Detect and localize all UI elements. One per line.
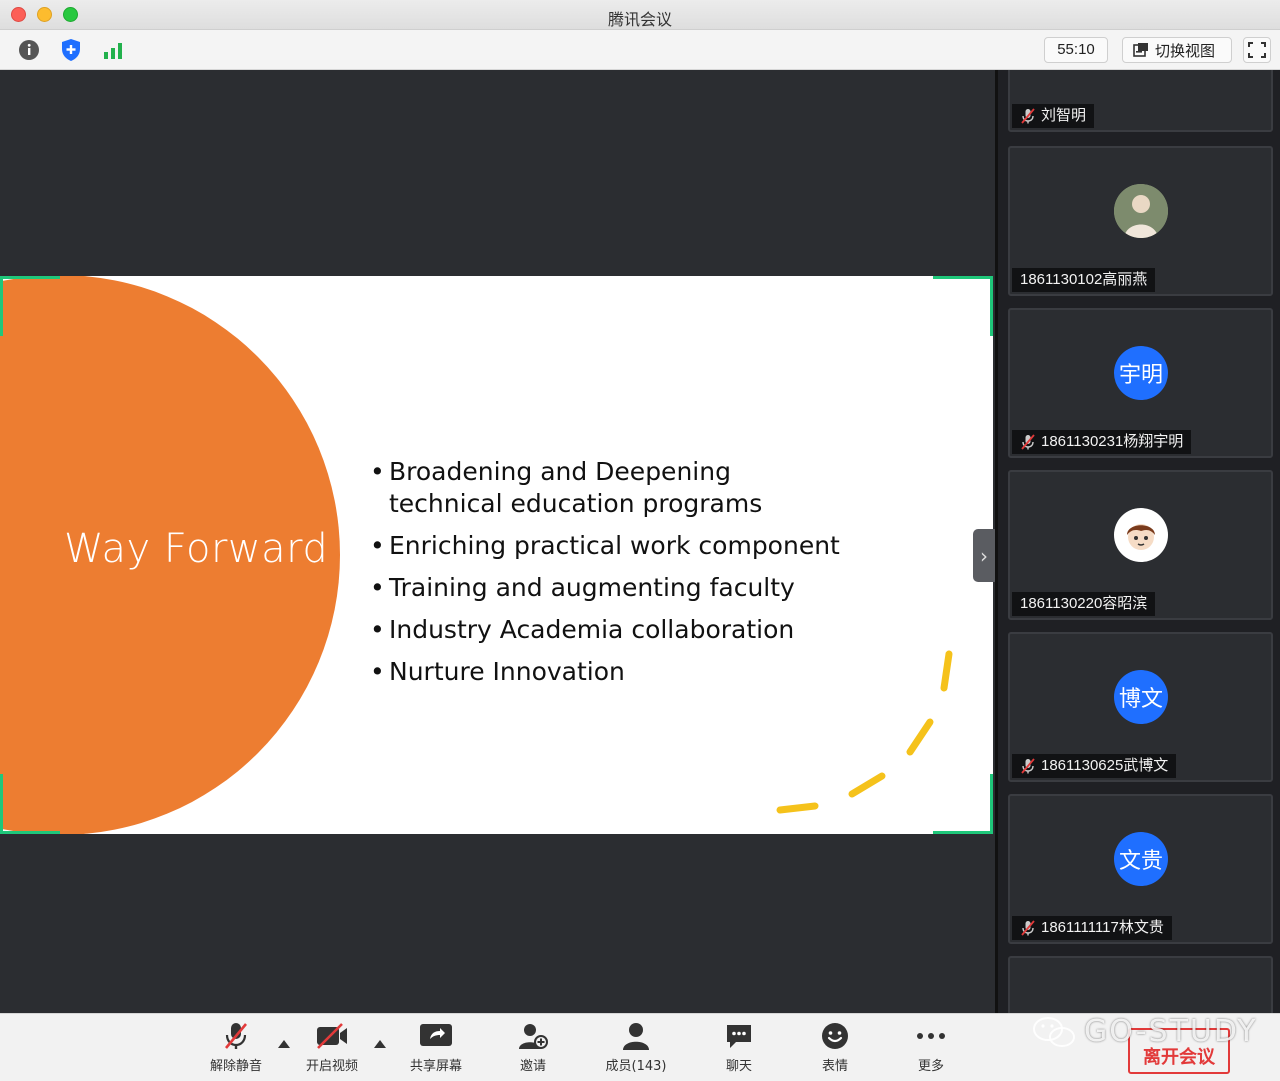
chat-label: 聊天	[725, 1059, 752, 1074]
participant-label: 1861130625武博文	[1012, 754, 1177, 778]
participant-label: 1861130231杨翔宇明	[1012, 430, 1192, 454]
top-toolbar: 55:10 切换视图	[0, 30, 1280, 70]
reactions-label: 表情	[821, 1059, 848, 1074]
participant-name: 1861130231杨翔宇明	[1041, 433, 1184, 450]
slide-bullet: Enriching practical work component	[370, 530, 850, 562]
frame-corner-top-left	[0, 276, 60, 336]
info-icon[interactable]	[17, 38, 41, 62]
title-bar: 腾讯会议	[0, 0, 1280, 30]
add-user-icon	[519, 1024, 548, 1049]
chat-button[interactable]: 聊天	[701, 1020, 777, 1078]
avatar: 文贵	[1114, 832, 1168, 886]
participant-tile[interactable]: 刘智明	[1008, 70, 1273, 132]
video-options-caret-icon[interactable]	[374, 1040, 386, 1048]
participant-name: 刘智明	[1041, 107, 1087, 124]
avatar: 博文	[1114, 670, 1168, 724]
share-screen-icon	[420, 1024, 452, 1046]
reactions-button[interactable]: 表情	[797, 1020, 873, 1078]
share-screen-label: 共享屏幕	[409, 1059, 462, 1074]
participant-name: 1861130220容昭滨	[1020, 595, 1148, 612]
participant-tile[interactable]: 1861130220容昭滨	[1008, 470, 1273, 620]
fullscreen-button[interactable]	[1243, 37, 1271, 63]
signal-bars-icon[interactable]	[101, 38, 125, 62]
smiley-icon	[822, 1023, 848, 1049]
switch-view-label: 切换视图	[1155, 41, 1216, 60]
more-label: 更多	[917, 1059, 944, 1074]
slide-title: Way Forward	[64, 526, 329, 572]
watermark: GO-STUDY	[1032, 1014, 1258, 1049]
share-screen-button[interactable]: 共享屏幕	[398, 1020, 474, 1078]
camera-off-icon	[317, 1023, 347, 1049]
frame-corner-bottom-left	[0, 774, 60, 834]
participant-tile[interactable]: 1861130102高丽燕	[1008, 146, 1273, 296]
slide-bullet: Industry Academia collaboration	[370, 614, 850, 646]
layout-icon	[1133, 43, 1148, 57]
profile-photo-icon	[1114, 184, 1168, 238]
meeting-timer: 55:10	[1044, 37, 1108, 63]
frame-corner-top-right	[933, 276, 993, 336]
participant-name: 1861130625武博文	[1041, 757, 1169, 774]
audio-options-caret-icon[interactable]	[278, 1040, 290, 1048]
meeting-window: 腾讯会议 55:10 切换视图 Way Forward • Broadening…	[0, 0, 1280, 1081]
participant-tile[interactable]: 文贵 1861111117林文贵	[1008, 794, 1273, 944]
frame-corner-bottom-right	[933, 774, 993, 834]
more-button[interactable]: 更多	[893, 1020, 969, 1078]
start-video-label: 开启视频	[305, 1059, 358, 1074]
mic-muted-icon	[1021, 434, 1035, 450]
switch-view-button[interactable]: 切换视图	[1122, 37, 1232, 63]
start-video-button[interactable]: 开启视频	[294, 1020, 370, 1078]
meeting-controls-bar: 解除静音 开启视频 共享屏幕 邀请 成员(143) 聊天 表情 更多 离开会议 …	[0, 1013, 1280, 1081]
fullscreen-icon	[1248, 42, 1266, 58]
shared-screen-area: Way Forward Broadening and Deepening tec…	[0, 70, 995, 1013]
participant-label: 1861130102高丽燕	[1012, 268, 1156, 292]
participant-label: 刘智明	[1012, 104, 1095, 128]
avatar: 宇明	[1114, 346, 1168, 400]
window-title: 腾讯会议	[607, 10, 672, 29]
watermark-text: GO-STUDY	[1084, 1014, 1258, 1049]
chevron-right-icon: ›	[980, 543, 988, 568]
cartoon-avatar-icon	[1127, 524, 1155, 550]
shield-icon[interactable]	[59, 38, 83, 62]
invite-button[interactable]: 邀请	[495, 1020, 571, 1078]
chat-icon	[727, 1025, 751, 1048]
members-button[interactable]: 成员(143)	[598, 1020, 674, 1078]
participant-name: 1861130102高丽燕	[1020, 271, 1148, 288]
participant-video-list[interactable]: 刘智明 1861130102高丽燕 宇明 1861130231杨翔宇明 1861…	[995, 70, 1280, 1013]
unmute-button[interactable]: 解除静音	[198, 1020, 274, 1078]
participant-tile[interactable]: 博文 1861130625武博文	[1008, 632, 1273, 782]
mic-muted-icon	[1021, 108, 1035, 124]
participant-label: 1861130220容昭滨	[1012, 592, 1156, 616]
members-icon	[623, 1023, 649, 1050]
mic-muted-icon	[1021, 920, 1035, 936]
more-dots-icon	[917, 1033, 945, 1039]
mic-muted-icon	[1021, 758, 1035, 774]
slide-bullet: Training and augmenting faculty	[370, 572, 850, 604]
participant-label: 1861111117林文贵	[1012, 916, 1172, 940]
shared-slide: Way Forward Broadening and Deepening tec…	[0, 276, 993, 834]
participant-name: 1861111117林文贵	[1041, 919, 1164, 936]
members-label: 成员(143)	[605, 1059, 667, 1074]
collapse-panel-button[interactable]: ›	[973, 529, 995, 582]
avatar	[1114, 508, 1168, 562]
slide-bullet: Nurture Innovation	[370, 656, 850, 688]
participant-tile[interactable]	[1008, 956, 1273, 1013]
slide-bullet-list: Broadening and Deepening technical educa…	[370, 456, 850, 698]
mic-muted-icon	[225, 1023, 247, 1049]
avatar	[1114, 184, 1168, 238]
wechat-logo-icon	[1033, 1016, 1075, 1047]
slide-bullet: Broadening and Deepening technical educa…	[370, 456, 850, 520]
participant-tile[interactable]: 宇明 1861130231杨翔宇明	[1008, 308, 1273, 458]
unmute-label: 解除静音	[209, 1059, 262, 1074]
invite-label: 邀请	[519, 1059, 546, 1074]
